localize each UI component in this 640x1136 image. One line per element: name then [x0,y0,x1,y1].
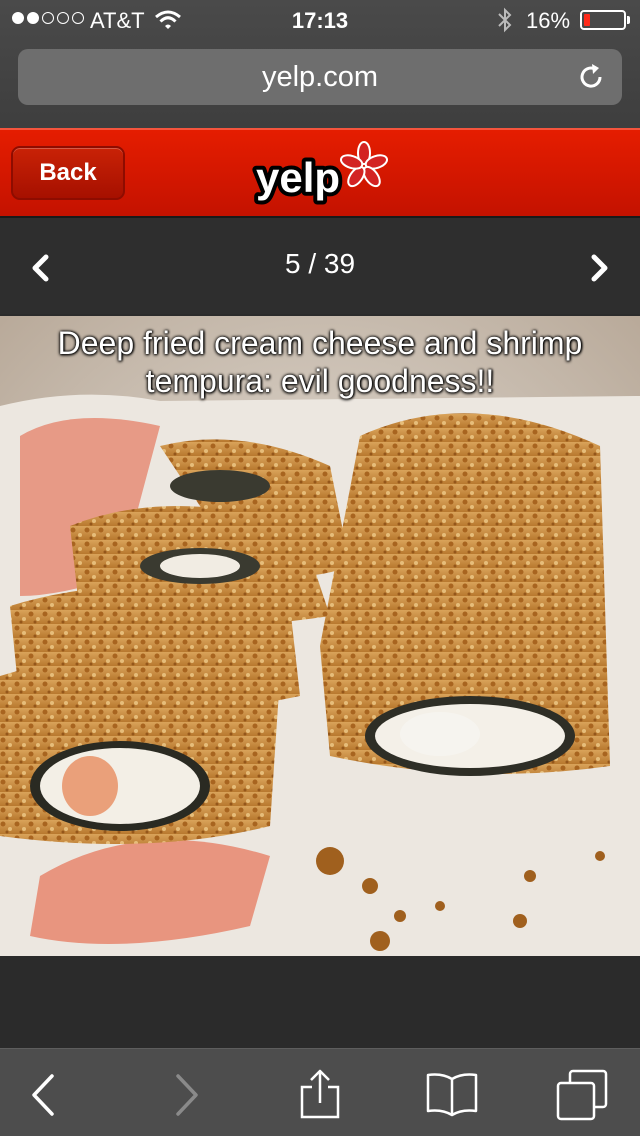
sushi-roll-right [320,413,610,776]
address-bar[interactable]: yelp.com [18,49,622,105]
battery-icon [580,10,626,30]
yelp-header: Back yelp [0,128,640,216]
reload-icon[interactable] [576,62,606,92]
bookmarks-icon[interactable] [424,1067,480,1123]
photo-counter: 5 / 39 [284,248,356,279]
back-icon[interactable] [16,1067,72,1123]
battery-percent: 16% [526,8,571,33]
url-text[interactable]: yelp.com [18,61,622,94]
page-background [0,956,640,1048]
yelp-logo[interactable]: yelp [252,140,392,215]
photo-pager: 5 / 39 [0,216,640,314]
screen: AT&T 17:13 16% yelp.com Back yelp 5 / 39… [0,0,640,1136]
food-photo[interactable]: Deep fried cream cheese and shrimp tempu… [0,316,640,956]
browser-chrome: AT&T 17:13 16% yelp.com [0,0,640,128]
battery-nub [627,16,630,24]
photo-caption: Deep fried cream cheese and shrimp tempu… [57,325,583,399]
back-button[interactable]: Back [11,146,125,200]
status-bar: AT&T 17:13 16% [0,0,640,40]
next-photo-icon[interactable] [578,248,618,288]
forward-icon[interactable] [158,1067,214,1123]
tabs-icon[interactable] [554,1067,610,1123]
browser-toolbar [0,1048,640,1136]
share-icon[interactable] [292,1067,348,1123]
battery-level [584,14,590,26]
bluetooth-icon [496,7,514,39]
svg-text:yelp: yelp [256,154,340,201]
